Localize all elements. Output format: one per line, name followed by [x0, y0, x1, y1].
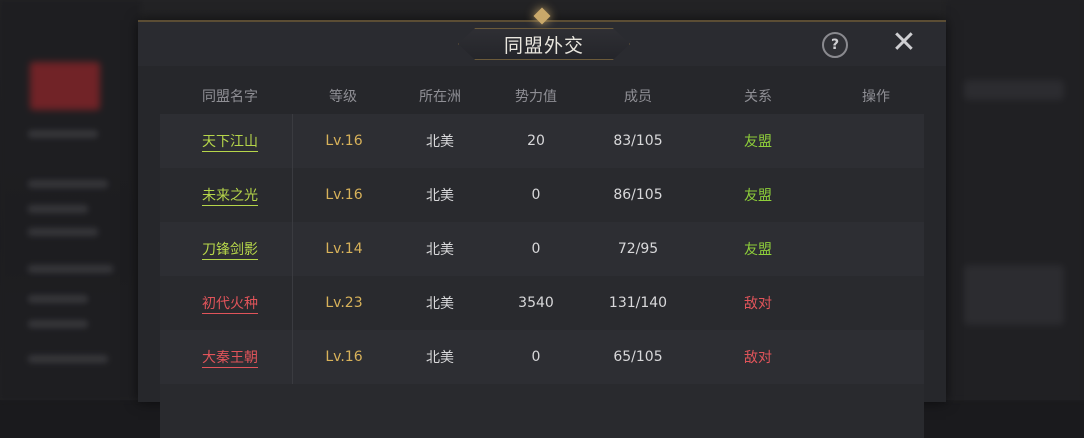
alliance-name-link[interactable]: 初代火种 [202, 293, 258, 313]
background-red-banner [30, 62, 100, 110]
help-button[interactable]: ? [822, 32, 848, 58]
table-row[interactable]: 大秦王朝 Lv.16 北美 0 65/105 敌对 [160, 330, 924, 384]
background-blur-block [964, 265, 1064, 325]
background-blur-line [28, 320, 88, 328]
header-action: 操作 [862, 89, 890, 105]
alliance-relation: 敌对 [744, 296, 772, 312]
close-button[interactable]: ✕ [890, 28, 918, 58]
question-icon: ? [830, 37, 840, 53]
table-row[interactable]: 未来之光 Lv.16 北美 0 86/105 友盟 [160, 168, 924, 222]
alliance-relation: 友盟 [744, 188, 772, 204]
alliance-relation: 友盟 [744, 134, 772, 150]
table-row[interactable] [160, 384, 924, 438]
background-blur-block [964, 80, 1064, 100]
alliance-relation: 敌对 [744, 350, 772, 366]
alliance-members: 86/105 [613, 187, 663, 203]
table-header: 同盟名字 等级 所在洲 势力值 成员 关系 操作 [160, 82, 924, 112]
background-blur-line [28, 265, 113, 273]
alliance-name-link[interactable]: 天下江山 [202, 131, 258, 151]
background-left-panel [0, 0, 140, 400]
background-right-panel [946, 0, 1084, 400]
header-members: 成员 [624, 89, 652, 105]
background-blur-line [28, 228, 98, 236]
alliance-members: 65/105 [613, 349, 663, 365]
alliance-members: 131/140 [608, 295, 668, 311]
table-row[interactable]: 刀锋剑影 Lv.14 北美 0 72/95 友盟 [160, 222, 924, 276]
alliance-name-link[interactable]: 刀锋剑影 [202, 239, 258, 259]
alliance-members: 83/105 [613, 133, 663, 149]
dialog-header: 同盟外交 ? ✕ [138, 7, 946, 66]
dialog-title: 同盟外交 [503, 34, 584, 57]
alliance-name-link[interactable]: 未来之光 [202, 185, 258, 205]
alliance-members: 72/95 [617, 241, 659, 257]
background-blur-line [28, 205, 88, 213]
alliance-relation: 友盟 [744, 242, 772, 258]
background-blur-line [28, 180, 108, 188]
close-icon: ✕ [891, 25, 917, 60]
title-plate: 同盟外交 [458, 28, 630, 60]
alliance-name-link[interactable]: 大秦王朝 [202, 347, 258, 367]
table-row[interactable]: 初代火种 Lv.23 北美 3540 131/140 敌对 [160, 276, 924, 330]
background-blur-line [28, 295, 88, 303]
alliance-diplomacy-dialog: 同盟外交 ? ✕ 同盟名字 等级 所在洲 势力值 成员 关系 操作 天下江山 L… [138, 7, 946, 438]
background-blur-line [28, 355, 108, 363]
table-row[interactable]: 天下江山 Lv.16 北美 20 83/105 友盟 [160, 114, 924, 168]
background-blur-line [28, 130, 98, 138]
header-alliance-name: 同盟名字 [202, 89, 258, 105]
